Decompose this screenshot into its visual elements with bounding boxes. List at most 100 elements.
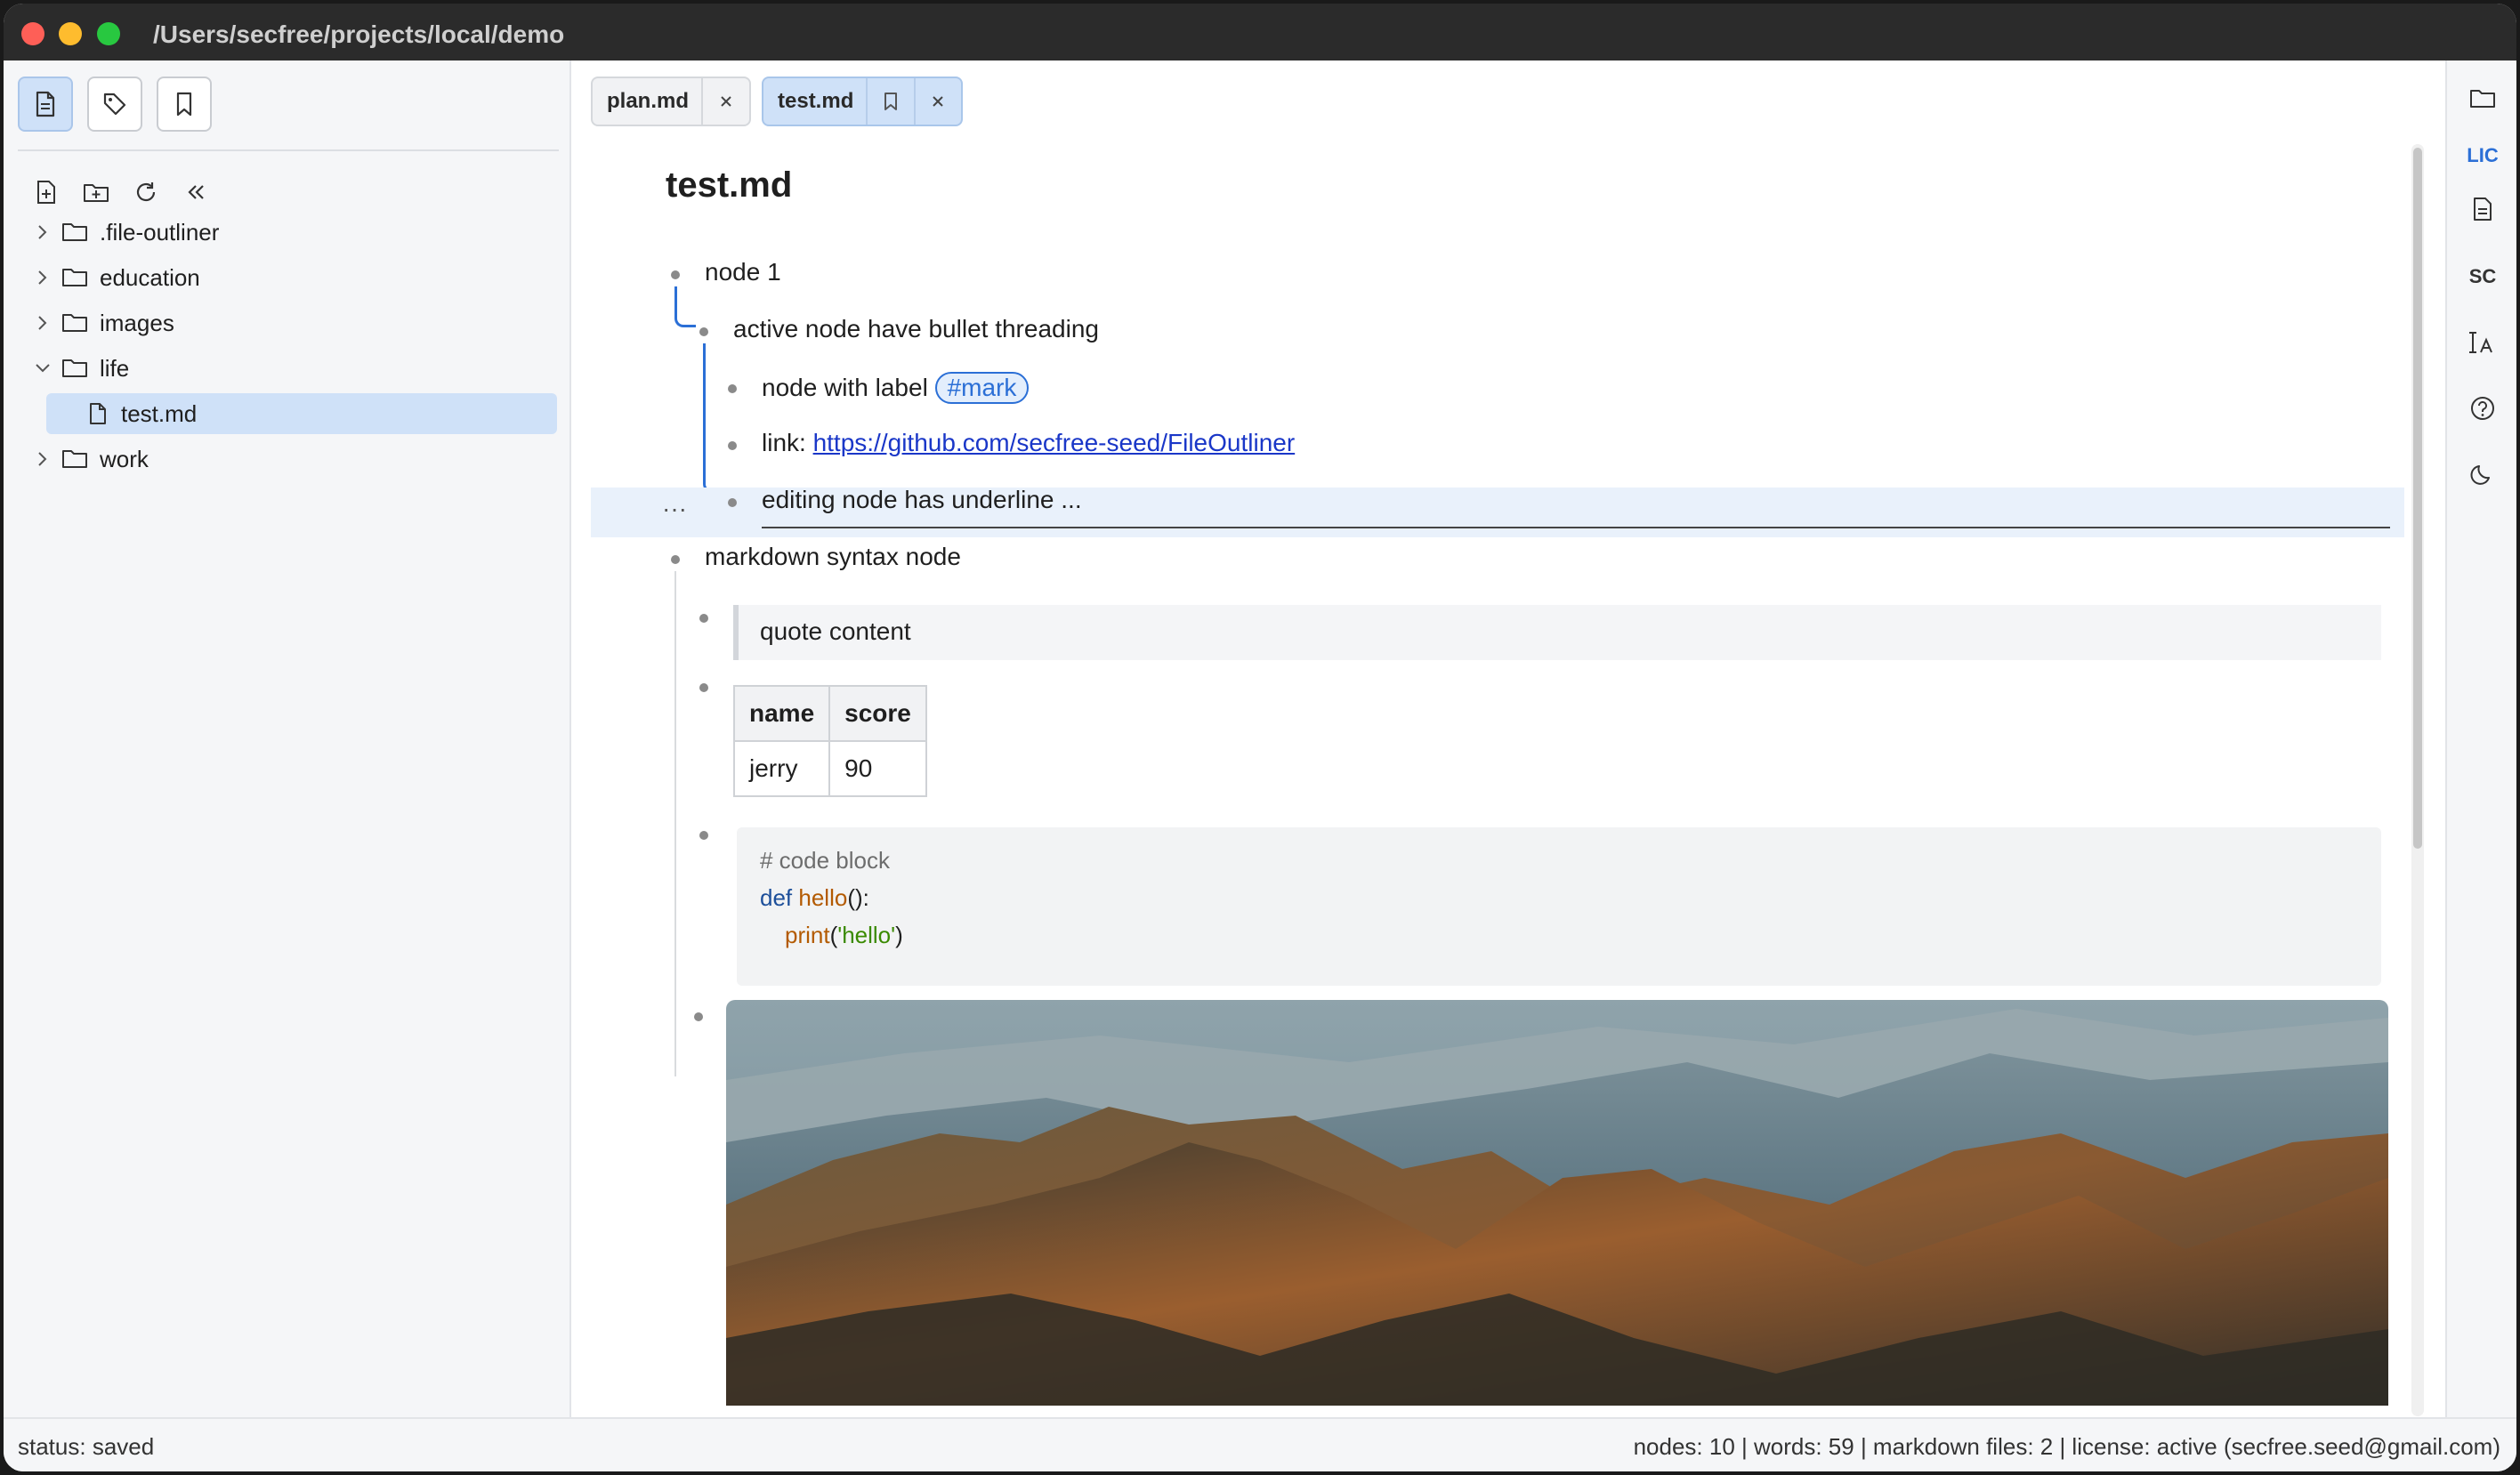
collapse-sidebar-button[interactable] [178, 174, 214, 210]
window-title: /Users/secfree/projects/local/demo [153, 20, 565, 48]
dark-mode-button[interactable] [2447, 452, 2516, 496]
tree-label: images [100, 309, 174, 336]
code-block[interactable]: # code block def hello(): print('hello') [737, 827, 2381, 986]
tree-label: .file-outliner [100, 218, 220, 246]
tree-folder-life[interactable]: life [4, 348, 557, 389]
tab-plan-md[interactable]: plan.md [591, 77, 751, 126]
github-link[interactable]: https://github.com/secfree-seed/FileOutl… [813, 429, 1296, 456]
new-file-button[interactable] [28, 174, 64, 210]
shortcuts-button[interactable]: SC [2447, 254, 2516, 299]
minimize-window-button[interactable] [59, 22, 82, 45]
right-toolbar: LIC SC [2445, 60, 2516, 1417]
tab-tags[interactable] [87, 77, 142, 132]
folder-icon [61, 356, 89, 381]
chevron-right-icon[interactable] [30, 310, 55, 335]
table-cell: jerry [732, 740, 831, 797]
node-more-button[interactable]: ··· [662, 495, 687, 523]
bookmark-tab-button[interactable] [868, 78, 913, 125]
close-window-button[interactable] [21, 22, 44, 45]
file-icon [36, 91, 55, 117]
chevron-right-icon[interactable] [30, 447, 55, 472]
quote-text: quote content [760, 617, 911, 645]
license-button[interactable]: LIC [2447, 133, 2516, 178]
node-bullet[interactable] [699, 831, 708, 840]
code-keyword: def [760, 884, 793, 911]
document-button[interactable] [2447, 187, 2516, 231]
code-function: hello [798, 884, 848, 911]
code-function: print [785, 922, 830, 948]
node-bullet[interactable] [699, 683, 708, 692]
folder-icon [61, 220, 89, 245]
code-comment: # code block [760, 847, 890, 874]
landscape-image[interactable] [726, 1000, 2388, 1406]
tab-files[interactable] [18, 77, 73, 132]
node-bullet[interactable] [694, 1012, 703, 1021]
bookmark-icon [176, 92, 192, 117]
title-bar: /Users/secfree/projects/local/demo [4, 4, 2516, 60]
code-paren: ) [895, 922, 903, 948]
sidebar: .file-outliner education images life tes… [4, 60, 571, 1417]
scrollbar-thumb[interactable] [2413, 148, 2422, 849]
node-bullet[interactable] [671, 270, 680, 279]
node-bullet[interactable] [671, 555, 680, 564]
tree-folder-work[interactable]: work [4, 439, 557, 480]
child-guide-line [674, 571, 676, 1076]
node-1-text[interactable]: node 1 [705, 258, 781, 286]
node-text: link: [762, 429, 806, 456]
document-icon [2474, 197, 2492, 221]
node-text: node with label [762, 374, 928, 401]
code-line: def hello(): [760, 884, 869, 912]
tree-folder-file-outliner[interactable]: .file-outliner [4, 212, 557, 253]
close-tab-button[interactable] [916, 78, 961, 125]
sidebar-divider [18, 149, 559, 151]
node-2-text[interactable]: markdown syntax node [705, 543, 961, 571]
zoom-window-button[interactable] [97, 22, 120, 45]
chevron-down-icon[interactable] [30, 356, 55, 381]
table-row: jerry 90 [732, 740, 927, 797]
new-folder-button[interactable] [78, 174, 114, 210]
node-bullet[interactable] [699, 327, 708, 336]
blockquote[interactable]: quote content [733, 605, 2381, 660]
tab-bookmarks[interactable] [157, 77, 212, 132]
chevron-right-icon[interactable] [30, 265, 55, 290]
tree-folder-images[interactable]: images [4, 302, 557, 343]
tree-file-test-md[interactable]: test.md [46, 393, 557, 434]
editing-node-text[interactable]: editing node has underline ... [762, 486, 1082, 514]
dark-mode-icon [2470, 465, 2490, 485]
font-size-icon [2469, 332, 2492, 353]
help-button[interactable] [2447, 386, 2516, 431]
node-1-1-text[interactable]: active node have bullet threading [733, 315, 1099, 343]
tag-chip[interactable]: #mark [934, 372, 1030, 404]
close-icon [933, 96, 944, 107]
new-folder-icon [84, 184, 109, 202]
document-stats: nodes: 10 | words: 59 | markdown files: … [1633, 1433, 2500, 1460]
folder-icon [61, 310, 89, 335]
open-folder-button[interactable] [2447, 77, 2516, 121]
code-signature: (): [847, 884, 869, 911]
node-bullet[interactable] [728, 498, 737, 507]
code-paren: ( [829, 922, 838, 948]
node-bullet[interactable] [728, 441, 737, 450]
font-size-button[interactable] [2447, 320, 2516, 365]
collapse-icon [188, 185, 204, 199]
tree-folder-education[interactable]: education [4, 257, 557, 298]
close-icon [721, 96, 731, 107]
new-file-icon [37, 181, 55, 204]
tree-label: life [100, 354, 130, 382]
markdown-table[interactable]: name score jerry 90 [732, 685, 927, 797]
app-window: /Users/secfree/projects/local/demo .file… [4, 4, 2516, 1471]
save-status: status: saved [18, 1433, 155, 1460]
tab-label: test.md [778, 89, 854, 113]
node-bullet[interactable] [699, 614, 708, 623]
tab-test-md[interactable]: test.md [762, 77, 963, 126]
status-bar: status: saved nodes: 10 | words: 59 | ma… [4, 1417, 2516, 1471]
tree-label: work [100, 445, 149, 472]
node-link-text[interactable]: link: https://github.com/secfree-seed/Fi… [762, 429, 1295, 457]
bullet-thread-line [674, 286, 696, 327]
chevron-right-icon[interactable] [30, 220, 55, 245]
node-bullet[interactable] [728, 384, 737, 393]
refresh-button[interactable] [128, 174, 164, 210]
node-label-text[interactable]: node with label #mark [762, 372, 1030, 404]
folder-icon [2470, 90, 2495, 108]
close-tab-button[interactable] [703, 78, 749, 125]
